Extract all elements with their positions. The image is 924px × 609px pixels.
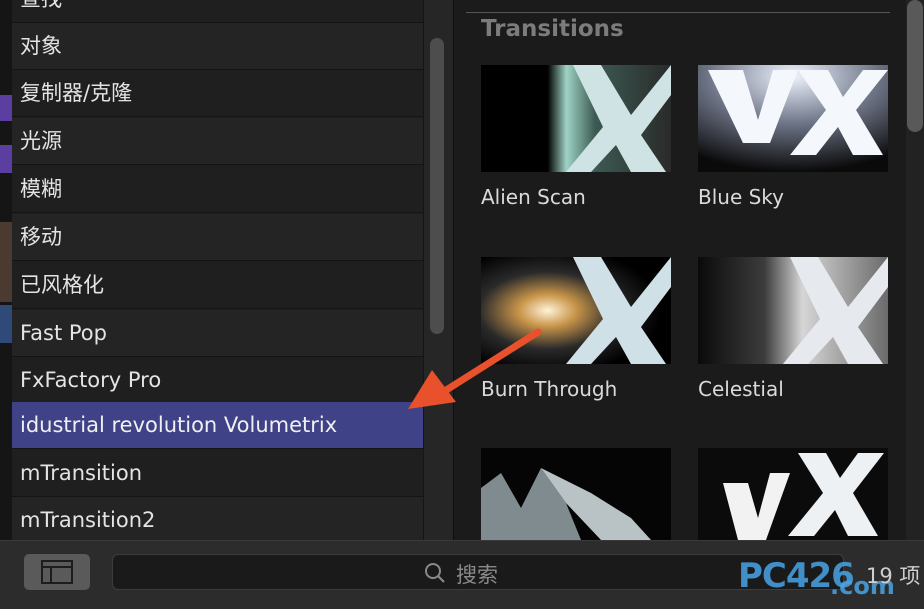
category-item[interactable]: FxFactory Pro: [12, 357, 423, 404]
category-item[interactable]: 光源: [12, 118, 423, 165]
vx-logo-icon: [481, 65, 671, 172]
item-count: 19 项: [866, 564, 921, 588]
category-list[interactable]: 查找 对象 复制器/克隆 光源 模糊 移动 已风格化 Fast Pop FxFa…: [12, 0, 423, 540]
vx-logo-icon: [481, 448, 671, 540]
timeline-edge-strip: [0, 0, 12, 540]
transition-tile[interactable]: [481, 448, 671, 540]
category-item[interactable]: 已风格化: [12, 262, 423, 309]
category-item[interactable]: mTransition2: [12, 497, 423, 540]
tile-label: Burn Through: [481, 377, 618, 401]
search-placeholder: 搜索: [456, 563, 498, 587]
search-icon: [425, 563, 445, 583]
vx-logo-icon: [481, 257, 671, 364]
section-title: Transitions: [481, 16, 624, 42]
timeline-clip-purple: [0, 145, 12, 173]
timeline-clip-blue: [0, 305, 12, 343]
layout-panel-icon: [41, 560, 73, 584]
vx-logo-icon: [698, 65, 888, 172]
vx-logo-icon: [698, 257, 888, 364]
category-item-selected[interactable]: idustrial revolution Volumetrix: [12, 402, 423, 449]
browser-scroll-thumb[interactable]: [907, 0, 923, 132]
category-list-scroll-thumb[interactable]: [430, 38, 444, 334]
category-item[interactable]: 查找: [12, 0, 423, 23]
category-item[interactable]: 对象: [12, 23, 423, 70]
layout-toggle-button[interactable]: [24, 554, 90, 590]
timeline-clip-thumbnail: [0, 222, 12, 302]
transition-tile-blue-sky[interactable]: [698, 65, 888, 172]
transition-tile-alien-scan[interactable]: [481, 65, 671, 172]
section-divider: [466, 12, 890, 13]
category-item[interactable]: Fast Pop: [12, 310, 423, 357]
transition-tile[interactable]: [698, 448, 888, 540]
timeline-clip-purple: [0, 95, 12, 121]
category-item[interactable]: 模糊: [12, 166, 423, 213]
tile-label: Blue Sky: [698, 185, 785, 209]
tile-label: Alien Scan: [481, 185, 586, 209]
vx-logo-icon: [698, 448, 888, 540]
transition-tile-burn-through[interactable]: [481, 257, 671, 364]
category-item[interactable]: 移动: [12, 214, 423, 261]
tile-label: Celestial: [698, 377, 784, 401]
category-item[interactable]: 复制器/克隆: [12, 70, 423, 117]
category-item[interactable]: mTransition: [12, 450, 423, 497]
transition-tile-celestial[interactable]: [698, 257, 888, 364]
